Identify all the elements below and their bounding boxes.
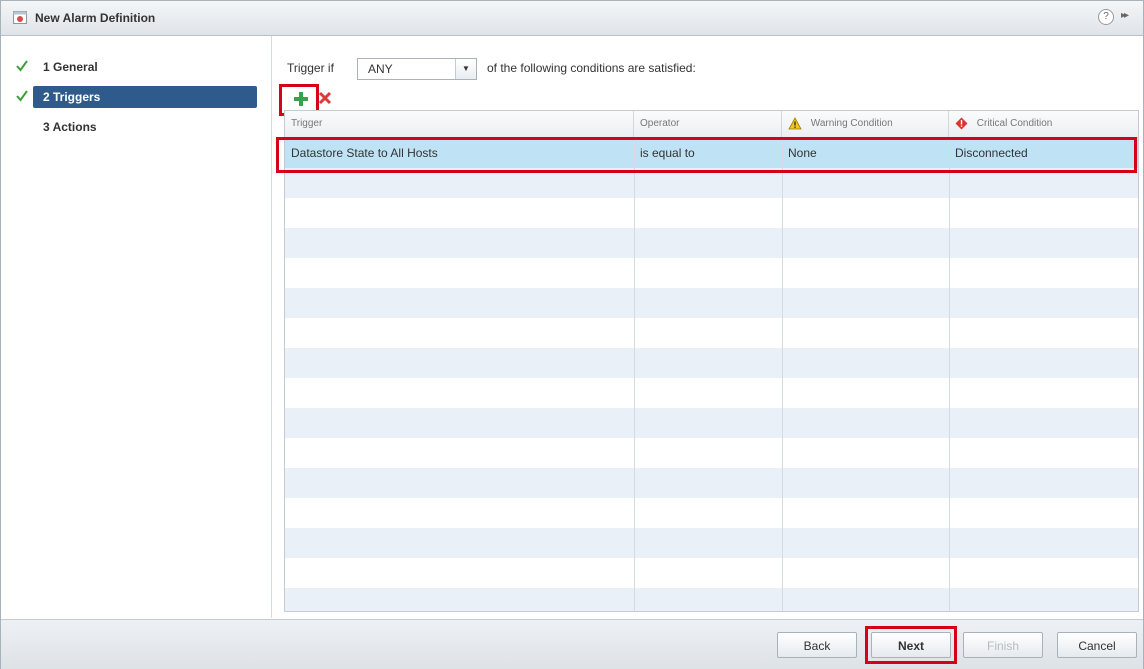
column-header-label: Operator: [640, 118, 680, 129]
warning-icon: [788, 117, 802, 130]
empty-row: [285, 528, 1138, 558]
column-header-critical[interactable]: Critical Condition: [949, 111, 1138, 137]
table-body: Datastore State to All Hosts is equal to…: [285, 138, 1138, 611]
dialog-title-bar: New Alarm Definition ? ▸▸: [1, 1, 1143, 36]
empty-row: [285, 588, 1138, 611]
empty-row: [285, 468, 1138, 498]
trigger-mode-value: ANY: [368, 62, 393, 76]
table-header: Trigger Operator Warning Condition Criti…: [285, 111, 1138, 138]
check-icon: [16, 60, 28, 72]
triggers-panel: Trigger if ANY ▼ of the following condit…: [273, 36, 1143, 618]
check-icon: [16, 90, 28, 102]
empty-row: [285, 228, 1138, 258]
column-header-label: Trigger: [291, 118, 323, 129]
selected-row-highlight: [276, 137, 1137, 173]
step-actions[interactable]: 3 Actions: [11, 116, 267, 138]
column-divider: [782, 138, 783, 611]
triggers-table: Trigger Operator Warning Condition Criti…: [284, 110, 1139, 612]
empty-row: [285, 288, 1138, 318]
column-header-label: Warning Condition: [810, 118, 893, 129]
empty-row: [285, 438, 1138, 468]
dialog-title: New Alarm Definition: [35, 11, 156, 25]
trigger-if-label: Trigger if: [287, 61, 334, 75]
column-header-operator[interactable]: Operator: [634, 111, 782, 137]
column-divider: [634, 138, 635, 611]
empty-row: [285, 318, 1138, 348]
trigger-mode-select[interactable]: ANY ▼: [357, 58, 477, 80]
finish-button[interactable]: Finish: [963, 632, 1043, 658]
empty-row: [285, 348, 1138, 378]
wizard-steps-sidebar: 1 General 2 Triggers 3 Actions: [1, 36, 272, 618]
trigger-condition-suffix: of the following conditions are satisfie…: [487, 61, 696, 75]
back-button[interactable]: Back: [777, 632, 857, 658]
column-header-label: Critical Condition: [976, 118, 1053, 129]
empty-row: [285, 408, 1138, 438]
empty-row: [285, 558, 1138, 588]
alarm-definition-dialog: New Alarm Definition ? ▸▸ 1 General 2 Tr…: [0, 0, 1144, 669]
empty-row: [285, 498, 1138, 528]
help-icon[interactable]: ?: [1098, 9, 1114, 25]
empty-row: [285, 198, 1138, 228]
cancel-button[interactable]: Cancel: [1057, 632, 1137, 658]
column-header-trigger[interactable]: Trigger: [285, 111, 634, 137]
alarm-definition-icon: [13, 11, 27, 24]
chevron-down-icon[interactable]: ▼: [455, 59, 476, 79]
step-triggers[interactable]: 2 Triggers: [11, 86, 267, 108]
next-button-highlight: [865, 626, 957, 664]
expand-icon[interactable]: ▸▸: [1121, 10, 1129, 21]
empty-row: [285, 378, 1138, 408]
column-divider: [949, 138, 950, 611]
delete-icon[interactable]: [317, 90, 333, 106]
column-header-warning[interactable]: Warning Condition: [782, 111, 949, 137]
step-label: 2 Triggers: [33, 86, 257, 108]
step-label: 3 Actions: [43, 120, 97, 134]
empty-row: [285, 258, 1138, 288]
dialog-footer: Back Next Finish Cancel: [1, 619, 1143, 669]
step-general[interactable]: 1 General: [11, 56, 267, 78]
step-label: 1 General: [43, 60, 98, 74]
critical-icon: [955, 117, 968, 130]
